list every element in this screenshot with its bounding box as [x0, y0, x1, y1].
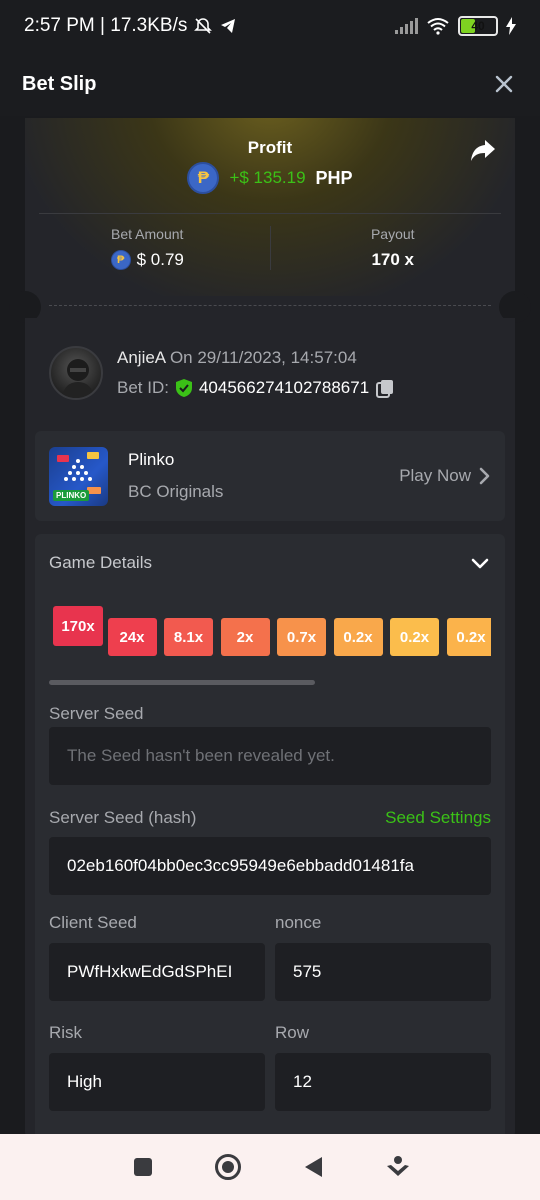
verified-shield-icon: [175, 379, 192, 397]
risk-field[interactable]: High: [49, 1053, 265, 1111]
copy-button[interactable]: [375, 378, 395, 398]
client-seed-label: Client Seed: [49, 913, 137, 932]
wifi-icon: [427, 18, 449, 35]
close-button[interactable]: [490, 70, 518, 98]
row-field[interactable]: 12: [275, 1053, 491, 1111]
multiplier-chip: 24x: [107, 618, 157, 656]
telegram-icon: [221, 19, 236, 33]
bell-off-icon: [194, 18, 213, 34]
risk-label: Risk: [49, 1023, 83, 1042]
profit-amount: +$ 135.19: [229, 168, 306, 187]
status-time-speed: 2:57 PM | 17.3KB/s: [24, 15, 188, 36]
home-button[interactable]: [212, 1151, 244, 1183]
multiplier-chip: 0.2x: [446, 618, 491, 656]
system-nav-bar: [0, 1134, 540, 1200]
server-seed-hash-field[interactable]: 02eb160f04bb0ec3cc95949e6ebbadd01481fa: [49, 837, 491, 895]
game-details-panel: Game Details 170x 24x 8.1x 2x 0.7x 0.2x 0.2x 0.…: [35, 534, 505, 1144]
bet-id-label: Bet ID:: [117, 378, 169, 397]
profit-label: Profit: [247, 138, 293, 157]
game-row[interactable]: PLINKO Plinko BC Originals Play Now: [35, 431, 505, 521]
multiplier-chip: 0.7x: [277, 618, 326, 656]
server-seed-field[interactable]: The Seed hasn't been revealed yet.: [49, 727, 491, 785]
plinko-thumb-tag: PLINKO: [53, 489, 90, 501]
chevron-right-icon: [479, 467, 490, 485]
payout-label: Payout: [370, 226, 415, 242]
bet-slip-header: Bet Slip: [0, 52, 540, 116]
back-triangle-icon: [304, 1157, 322, 1177]
seed-settings-link[interactable]: Seed Settings: [385, 808, 491, 828]
profit-card: Profit ₱ +$ 135.19 PHP Bet Amount ₱ $ 0.…: [25, 118, 515, 306]
user-name[interactable]: AnjieA: [117, 348, 165, 367]
game-provider: BC Originals: [128, 482, 224, 501]
server-seed-hash-label: Server Seed (hash): [49, 808, 197, 827]
multiplier-chip: 8.1x: [164, 618, 213, 656]
php-coin-icon: ₱: [187, 162, 220, 194]
home-circle-icon: [214, 1154, 241, 1180]
game-details-toggle[interactable]: Game Details: [49, 552, 491, 574]
divider: [39, 213, 501, 214]
multiplier-chip: 2x: [220, 618, 270, 656]
payout-stat: Payout 170 x: [269, 226, 516, 270]
multiplier-chip: 0.2x: [390, 618, 439, 656]
square-icon: [133, 1158, 152, 1176]
user-info: AnjieA On 29/11/2023, 14:57:04 Bet ID: 4…: [49, 346, 395, 400]
status-bar: 2:57 PM | 17.3KB/s 40: [0, 0, 540, 52]
bet-amount-stat: Bet Amount ₱ $ 0.79: [25, 226, 270, 270]
multiplier-chip: 170x: [53, 606, 103, 646]
php-coin-icon: ₱: [110, 250, 131, 270]
charging-icon: [506, 17, 516, 35]
assistant-button[interactable]: [382, 1151, 414, 1183]
nonce-label: nonce: [275, 913, 322, 932]
recents-button[interactable]: [127, 1151, 159, 1183]
bet-amount-value: $ 0.79: [136, 250, 184, 269]
bet-amount-label: Bet Amount: [111, 226, 184, 242]
client-seed-field[interactable]: PWfHxkwEdGdSPhEI: [49, 943, 265, 1001]
row-label: Row: [275, 1023, 310, 1042]
battery-level: 40: [471, 19, 485, 33]
close-icon: [495, 75, 513, 93]
play-now-button[interactable]: Play Now: [399, 466, 491, 486]
back-button[interactable]: [297, 1151, 329, 1183]
chevron-down-icon: [471, 558, 489, 569]
battery-icon: 40: [458, 16, 498, 36]
game-details-title: Game Details: [49, 553, 152, 572]
signal-icon: [395, 18, 418, 34]
payout-value: 170 x: [371, 250, 415, 269]
copy-icon: [376, 380, 394, 398]
plinko-thumbnail[interactable]: PLINKO: [49, 446, 108, 506]
play-now-label: Play Now: [399, 466, 471, 485]
page-title: Bet Slip: [22, 72, 97, 95]
nonce-field[interactable]: 575: [275, 943, 491, 1001]
profit-currency: PHP: [315, 167, 353, 188]
ticket-separator: [9, 291, 531, 323]
multiplier-scrollbar[interactable]: [49, 680, 315, 685]
game-name: Plinko: [128, 450, 175, 469]
bet-date: On 29/11/2023, 14:57:04: [169, 348, 357, 367]
multiplier-strip[interactable]: 170x 24x 8.1x 2x 0.7x 0.2x 0.2x 0.2x: [49, 606, 491, 666]
server-seed-label: Server Seed: [49, 704, 144, 723]
multiplier-chip: 0.2x: [333, 618, 383, 656]
assistant-icon: [386, 1156, 409, 1176]
bet-details-card: AnjieA On 29/11/2023, 14:57:04 Bet ID: 4…: [25, 318, 515, 1144]
bet-id-value: 404566274102788671: [198, 378, 370, 397]
avatar[interactable]: [49, 346, 103, 400]
